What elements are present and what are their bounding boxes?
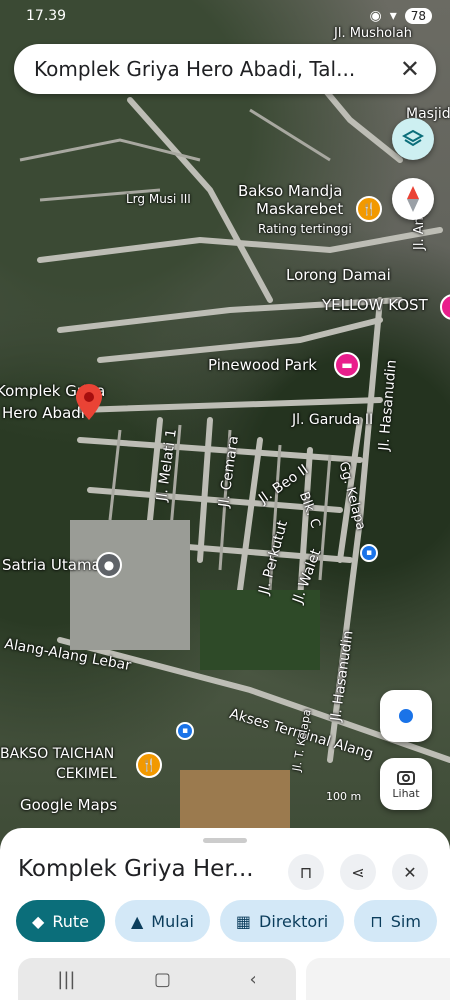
poi-label-maskarebet[interactable]: Maskarebet — [256, 200, 343, 218]
battery-icon: 78 — [404, 8, 432, 24]
close-icon: ✕ — [403, 862, 417, 882]
bookmark-icon: ⊓ — [370, 911, 383, 931]
lens-label: Lihat — [392, 786, 420, 800]
store-icon: ▦ — [235, 911, 252, 931]
place-title: Komplek Griya Her... — [18, 856, 254, 882]
directions-icon: ◆ — [32, 911, 45, 931]
bookmark-icon: ⊓ — [299, 862, 313, 882]
warehouse-block — [70, 520, 190, 650]
google-maps-logo: Google Maps — [20, 796, 118, 814]
status-bar: 17.39 ◉ ▾ 78 — [0, 6, 450, 30]
recent-apps-icon[interactable]: ||| — [57, 969, 75, 990]
save-button[interactable]: ⊓ — [288, 854, 324, 890]
nav-bar-blank — [306, 958, 450, 1000]
location-icon: ◉ — [369, 8, 382, 24]
location-pin-icon[interactable] — [76, 384, 102, 420]
back-icon[interactable]: ‹ — [250, 969, 257, 990]
start-button[interactable]: ▲ Mulai — [114, 900, 210, 942]
camera-search-icon — [397, 770, 415, 785]
poi-label-satria-utama[interactable]: Satria Utama — [2, 556, 101, 574]
navigation-arrow-icon: ▲ — [130, 911, 144, 931]
poi-label-cekimel[interactable]: CEKIMEL — [56, 766, 117, 782]
share-button[interactable]: ⋖ — [340, 854, 376, 890]
poi-label-bakso-mandja[interactable]: Bakso Mandja — [238, 182, 342, 200]
poi-rating-label: Rating tertinggi — [258, 222, 352, 236]
directory-button[interactable]: ▦ Direktori — [219, 900, 345, 942]
close-sheet-button[interactable]: ✕ — [392, 854, 428, 890]
search-bar[interactable]: Komplek Griya Hero Abadi, Tal... ✕ — [14, 44, 436, 94]
restaurant-icon[interactable]: 🍴 — [136, 752, 162, 778]
compass-button[interactable] — [392, 178, 434, 220]
my-location-icon — [399, 709, 413, 723]
road-label-lorong-damai: Lorong Damai — [286, 266, 391, 284]
hotel-icon[interactable]: ▬ — [334, 352, 360, 378]
lens-button[interactable]: Lihat — [380, 758, 432, 810]
home-icon[interactable]: ▢ — [154, 969, 171, 990]
my-location-button[interactable] — [380, 690, 432, 742]
road-label-garuda: Jl. Garuda II — [292, 412, 374, 428]
action-chips: ◆ Rute ▲ Mulai ▦ Direktori ⊓ Sim — [16, 900, 437, 942]
search-query[interactable]: Komplek Griya Hero Abadi, Tal... — [34, 57, 374, 81]
layers-button[interactable] — [392, 118, 434, 160]
place-label-line2: Hero Abadi — [2, 404, 85, 422]
scale-bar-label: 100 m — [326, 790, 362, 803]
bare-soil-area — [180, 770, 290, 830]
restaurant-icon[interactable]: 🍴 — [356, 196, 382, 222]
status-time: 17.39 — [26, 8, 67, 24]
close-icon[interactable]: ✕ — [400, 55, 420, 83]
save-chip-button[interactable]: ⊓ Sim — [354, 900, 437, 942]
poi-label-bakso-taichan[interactable]: BAKSO TAICHAN — [0, 746, 114, 762]
poi-label-pinewood-park[interactable]: Pinewood Park — [208, 356, 317, 374]
bus-stop-icon[interactable]: ▪ — [360, 544, 378, 562]
share-icon: ⋖ — [351, 862, 365, 882]
layers-icon — [402, 129, 424, 147]
compass-icon — [407, 186, 419, 212]
wifi-icon: ▾ — [389, 8, 397, 24]
drag-handle[interactable] — [203, 838, 247, 843]
poi-label-yellow-kost[interactable]: YELLOW KOST — [322, 296, 428, 314]
road-label-lrg-musi: Lrg Musi III — [126, 192, 191, 206]
bus-stop-icon[interactable]: ▪ — [176, 722, 194, 740]
route-button[interactable]: ◆ Rute — [16, 900, 105, 942]
system-nav-bar: ||| ▢ ‹ — [18, 958, 296, 1000]
place-marker-icon[interactable]: ● — [96, 552, 122, 578]
